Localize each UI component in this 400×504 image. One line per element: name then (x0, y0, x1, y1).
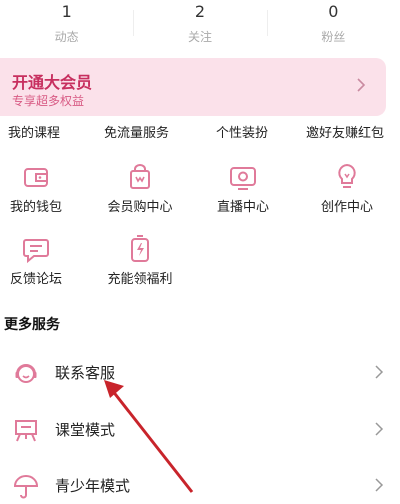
chevron-right-icon (375, 365, 384, 379)
vip-title: 开通大会员 (12, 73, 93, 92)
stat-count: 2 (194, 2, 206, 21)
service-my-courses[interactable]: 我的课程 (8, 122, 60, 141)
shopping-bag-icon (130, 164, 150, 189)
lightbulb-icon (338, 163, 356, 188)
chevron-right-icon (375, 478, 384, 492)
service-free-data[interactable]: 免流量服务 (104, 122, 169, 141)
list-item-classroom-mode[interactable]: 课堂模式 (0, 408, 400, 448)
stat-label: 粉丝 (321, 30, 346, 44)
service-label: 我的钱包 (9, 200, 62, 215)
classroom-icon (15, 420, 37, 442)
vip-banner[interactable]: 开通大会员 专享超多权益 (0, 58, 386, 116)
vip-subtitle: 专享超多权益 (12, 94, 85, 108)
service-creator-center[interactable]: 创作中心 (297, 160, 397, 215)
stat-posts[interactable]: 1 动态 (0, 0, 133, 52)
chevron-right-icon (375, 422, 384, 436)
list-item-label: 课堂模式 (55, 421, 116, 439)
stat-label: 关注 (187, 30, 212, 44)
service-label: 创作中心 (320, 200, 373, 215)
stat-followers[interactable]: 0 粉丝 (266, 0, 400, 52)
list-item-customer-service[interactable]: 联系客服 (0, 351, 400, 391)
more-services-title: 更多服务 (4, 317, 60, 333)
service-label: 直播中心 (216, 200, 269, 215)
service-invite-friends[interactable]: 邀好友赚红包 (306, 122, 384, 141)
service-themes[interactable]: 个性装扮 (216, 122, 268, 141)
list-item-label: 联系客服 (55, 364, 116, 382)
service-wallet[interactable]: 我的钱包 (0, 160, 86, 215)
stats-bar: 1 动态 2 关注 0 粉丝 (0, 0, 400, 52)
stat-label: 动态 (54, 30, 79, 44)
service-grid-row: 我的钱包 会员购中心 直播中心 创作中心 (0, 160, 400, 230)
service-member-shop[interactable]: 会员购中心 (90, 160, 190, 215)
wallet-icon (24, 168, 48, 187)
headset-icon (15, 364, 37, 383)
service-label: 充能领福利 (107, 272, 173, 287)
stat-count: 0 (328, 2, 339, 21)
live-tv-icon (230, 167, 256, 190)
list-item-label: 青少年模式 (55, 477, 131, 495)
umbrella-icon (13, 475, 39, 499)
service-charge-rewards[interactable]: 充能领福利 (90, 232, 190, 287)
service-label: 反馈论坛 (9, 272, 62, 287)
battery-bolt-icon (131, 235, 149, 262)
stat-following[interactable]: 2 关注 (133, 0, 266, 52)
service-feedback-forum[interactable]: 反馈论坛 (0, 232, 86, 287)
stat-count: 1 (61, 2, 72, 21)
list-item-youth-mode[interactable]: 青少年模式 (0, 464, 400, 504)
service-live-center[interactable]: 直播中心 (193, 160, 293, 215)
chat-bubble-icon (23, 239, 49, 264)
service-label: 会员购中心 (107, 200, 173, 215)
service-grid-row: 反馈论坛 充能领福利 (0, 232, 400, 302)
service-top-row: 我的课程 免流量服务 个性装扮 邀好友赚红包 (0, 122, 400, 142)
chevron-right-icon (357, 78, 366, 92)
